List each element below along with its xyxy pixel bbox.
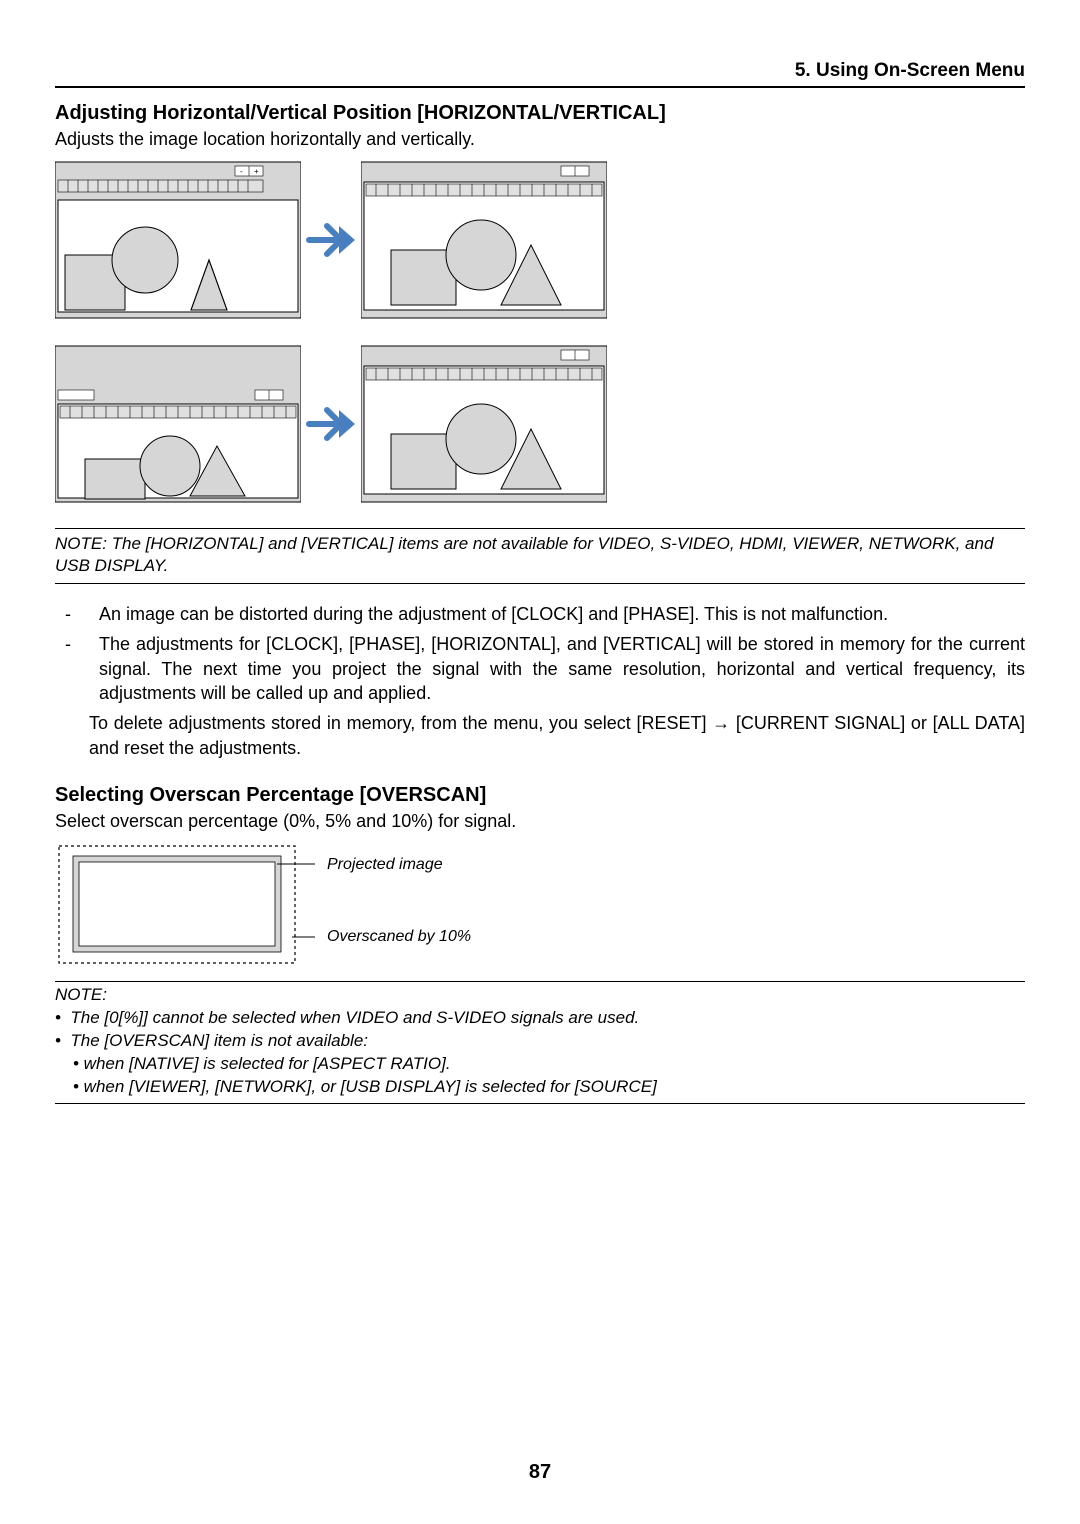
- overscan-svg: [55, 842, 315, 967]
- list-item: - The adjustments for [CLOCK], [PHASE], …: [55, 632, 1025, 705]
- bullet-dash: -: [55, 632, 99, 705]
- diagram-left-offset: -+: [55, 160, 301, 320]
- projected-image-label: Projected image: [327, 856, 443, 874]
- bullet-sub-text: To delete adjustments stored in memory, …: [89, 711, 1025, 760]
- note2-head: NOTE:: [55, 984, 1025, 1007]
- note-2: NOTE: • The [0[%]] cannot be selected wh…: [55, 981, 1025, 1104]
- section1-title: Adjusting Horizontal/Vertical Position […: [55, 102, 1025, 125]
- diagram-svg-2: [361, 160, 607, 320]
- arrow-icon-2: [301, 396, 361, 452]
- page-number: 87: [0, 1461, 1080, 1484]
- section-header-line: 5. Using On-Screen Menu: [55, 60, 1025, 88]
- note2-line2a: • when [NATIVE] is selected for [ASPECT …: [55, 1053, 1025, 1076]
- arrow-icon: [301, 212, 361, 268]
- diagram-centered-1: [361, 160, 607, 320]
- diagram-svg-3: [55, 344, 301, 504]
- bullet-text-1: An image can be distorted during the adj…: [99, 602, 1025, 626]
- vertical-diagram-row: [55, 344, 1025, 504]
- arrow-right-icon: [303, 212, 359, 268]
- horizontal-diagram-row: -+: [55, 160, 1025, 320]
- section1-intro: Adjusts the image location horizontally …: [55, 129, 1025, 150]
- section2-title: Selecting Overscan Percentage [OVERSCAN]: [55, 784, 1025, 807]
- diagram-svg-1: -+: [55, 160, 301, 320]
- note2-line2: • The [OVERSCAN] item is not available:: [55, 1030, 1025, 1053]
- note2-line2b: • when [VIEWER], [NETWORK], or [USB DISP…: [55, 1076, 1025, 1099]
- bullet-dash: -: [55, 602, 99, 626]
- svg-text:-: -: [240, 167, 243, 176]
- bullet-list: - An image can be distorted during the a…: [55, 602, 1025, 760]
- note-1: NOTE: The [HORIZONTAL] and [VERTICAL] it…: [55, 528, 1025, 584]
- diagram-centered-2: [361, 344, 607, 504]
- svg-text:+: +: [254, 167, 259, 176]
- page: 5. Using On-Screen Menu Adjusting Horizo…: [0, 0, 1080, 1524]
- diagram-bottom-offset: [55, 344, 301, 504]
- list-item: - An image can be distorted during the a…: [55, 602, 1025, 626]
- overscanned-label: Overscaned by 10%: [327, 928, 471, 946]
- overscan-diagram: Projected image Overscaned by 10%: [55, 842, 475, 967]
- bullet-text-2: The adjustments for [CLOCK], [PHASE], [H…: [99, 632, 1025, 705]
- arrow-right-icon: [303, 396, 359, 452]
- section-header: 5. Using On-Screen Menu: [795, 60, 1025, 81]
- section2-intro: Select overscan percentage (0%, 5% and 1…: [55, 811, 1025, 832]
- note2-line1: • The [0[%]] cannot be selected when VID…: [55, 1007, 1025, 1030]
- diagram-svg-4: [361, 344, 607, 504]
